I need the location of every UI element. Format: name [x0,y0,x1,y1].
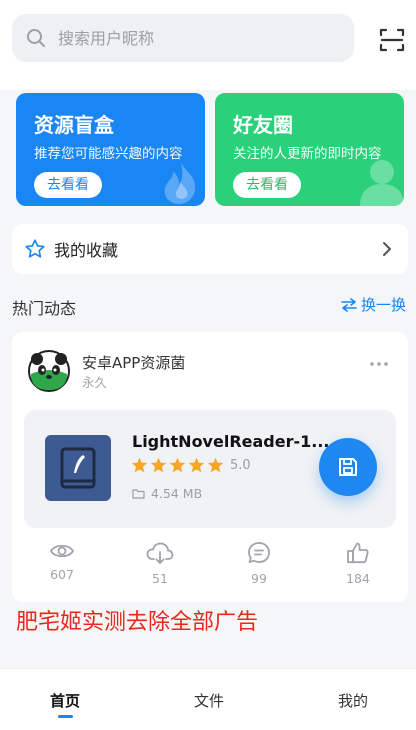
folder-icon [132,489,145,499]
fire-icon [164,162,196,204]
rating-stars: 5.0 [131,457,251,473]
refresh-button[interactable]: 换一换 [341,294,406,315]
search-bar[interactable] [12,14,354,62]
avatar[interactable] [28,350,70,392]
comment-icon [248,542,270,563]
my-favorites-row[interactable]: 我的收藏 [12,224,408,274]
comments-count: 99 [251,571,267,586]
app-size-value: 4.54 MB [151,486,203,501]
star-icon [207,457,224,473]
friends-circle-card[interactable]: 好友圈 关注的人更新的即时内容 去看看 [215,93,404,206]
thumbs-up-icon [347,542,369,564]
author-name[interactable]: 安卓APP资源菌 [82,352,185,373]
bottom-nav: 首页 文件 我的 [0,668,416,730]
downloads-stat[interactable]: 51 [130,541,190,586]
scan-icon[interactable] [378,26,406,54]
book-icon [60,447,96,489]
refresh-label: 换一换 [360,296,406,314]
go-see-button[interactable]: 去看看 [233,172,301,198]
header [0,0,416,90]
star-icon [131,457,148,473]
star-outline-icon [25,239,45,258]
likes-count: 184 [346,571,370,586]
post-card[interactable]: 安卓APP资源菌 永久 LightNovelReader-1... 5.0 4.… [12,332,408,602]
download-button[interactable] [319,438,377,496]
swap-icon [341,297,357,312]
app-icon [45,435,111,501]
eye-icon [49,544,75,558]
nav-mine[interactable]: 我的 [338,690,368,711]
cloud-download-icon [146,542,174,564]
star-icon [150,457,167,473]
comments-stat[interactable]: 99 [229,541,289,586]
favorites-label: 我的收藏 [54,241,119,260]
nav-active-indicator [58,715,73,718]
promo-text: 肥宅姬实测去除全部广告 [16,610,259,635]
rating-value: 5.0 [230,457,251,473]
search-icon [27,29,45,47]
go-see-button[interactable]: 去看看 [34,172,102,198]
views-count: 607 [50,567,74,582]
nav-files[interactable]: 文件 [194,690,224,711]
card-title: 资源盲盒 [34,113,114,137]
views-stat[interactable]: 607 [32,541,92,582]
search-input[interactable] [56,27,330,49]
person-icon [360,160,404,206]
star-icon [169,457,186,473]
more-icon[interactable] [370,362,388,366]
resource-blindbox-card[interactable]: 资源盲盒 推荐您可能感兴趣的内容 去看看 [16,93,205,206]
likes-stat[interactable]: 184 [328,541,388,586]
downloads-count: 51 [152,571,168,586]
hot-section-title: 热门动态 [12,299,77,318]
nav-home[interactable]: 首页 [50,690,80,711]
app-attachment[interactable]: LightNovelReader-1... 5.0 4.54 MB [24,410,396,528]
app-size: 4.54 MB [132,486,202,501]
download-icon [339,458,357,476]
card-title: 好友圈 [233,113,293,137]
post-subtitle: 永久 [82,375,108,390]
star-icon [188,457,205,473]
chevron-right-icon [383,242,391,256]
app-name: LightNovelReader-1... [132,432,330,451]
